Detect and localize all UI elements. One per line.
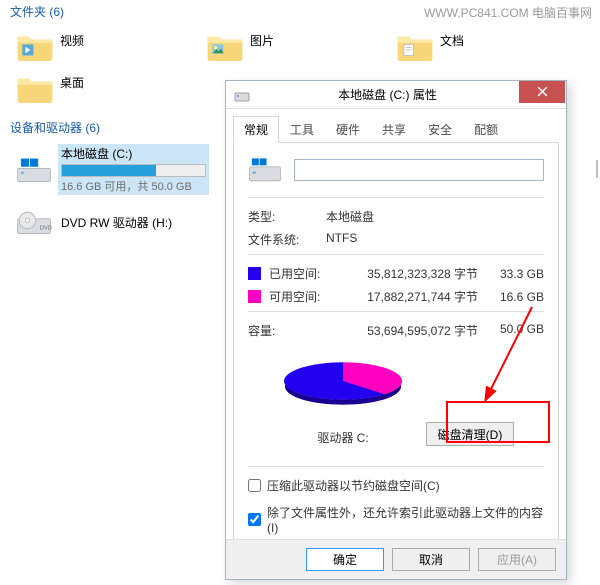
folder-label: 视频: [60, 30, 84, 49]
drive-name: 本地磁盘 (C:): [61, 145, 206, 162]
close-button[interactable]: [519, 81, 565, 103]
index-label: 除了文件属性外，还允许索引此驱动器上文件的内容(I): [267, 504, 544, 535]
folders-row-1: 视频 图片 文档: [0, 26, 600, 66]
compress-label: 压缩此驱动器以节约磁盘空间(C): [267, 477, 440, 494]
dvd-drive-name: DVD RW 驱动器 (H:): [61, 214, 172, 231]
dialog-title: 本地磁盘 (C:) 属性: [256, 86, 519, 103]
drive-icon: [16, 155, 52, 185]
used-label: 已用空间:: [269, 265, 337, 282]
ok-button[interactable]: 确定: [306, 548, 384, 571]
drive-large-icon: [248, 155, 282, 185]
used-hr: 33.3 GB: [488, 267, 544, 281]
used-bytes: 35,812,323,328 字节: [337, 265, 488, 282]
folder-label: 图片: [250, 30, 274, 49]
drive-usage-fill: [62, 165, 156, 176]
capacity-label: 容量:: [248, 322, 336, 339]
separator: [248, 197, 544, 198]
separator: [248, 466, 544, 467]
capacity-bytes: 53,694,595,072 字节: [336, 322, 488, 339]
usage-pie-chart: [284, 362, 402, 399]
close-icon: [537, 86, 548, 97]
tab-hardware[interactable]: 硬件: [325, 116, 371, 143]
filesystem-label: 文件系统:: [248, 231, 326, 248]
general-tabpanel: 类型: 本地磁盘 文件系统: NTFS 已用空间: 35,812,323,328…: [233, 143, 559, 551]
index-checkbox-row[interactable]: 除了文件属性外，还允许索引此驱动器上文件的内容(I): [248, 504, 544, 535]
tab-security[interactable]: 安全: [417, 116, 463, 143]
free-color-swatch: [248, 290, 261, 303]
folder-pictures[interactable]: 图片: [206, 26, 396, 66]
volume-name-input[interactable]: [294, 159, 544, 181]
type-label: 类型:: [248, 208, 326, 225]
dialog-titlebar[interactable]: 本地磁盘 (C:) 属性: [226, 81, 566, 109]
svg-text:DVD: DVD: [40, 225, 52, 231]
drive-subtext: 16.6 GB 可用，共 50.0 GB: [61, 178, 206, 194]
used-color-swatch: [248, 267, 261, 280]
filesystem-value: NTFS: [326, 231, 357, 248]
tabs: 常规 工具 硬件 共享 安全 配额: [233, 115, 559, 143]
folder-desktop[interactable]: 桌面: [16, 68, 206, 108]
free-bytes: 17,882,271,744 字节: [337, 288, 488, 305]
folder-documents[interactable]: 文档: [396, 26, 586, 66]
folder-label: 文档: [440, 30, 464, 49]
dvd-drive-icon: DVD: [16, 207, 52, 237]
documents-folder-icon: [396, 30, 434, 62]
desktop-folder-icon: [16, 72, 54, 104]
pictures-folder-icon: [206, 30, 244, 62]
videos-folder-icon: [16, 30, 54, 62]
properties-dialog: 本地磁盘 (C:) 属性 常规 工具 硬件 共享 安全 配额 类型: 本地磁盘 …: [225, 80, 567, 580]
tab-general[interactable]: 常规: [233, 116, 279, 143]
drive-small-icon: [234, 87, 250, 103]
index-checkbox[interactable]: [248, 513, 261, 526]
compress-checkbox[interactable]: [248, 479, 261, 492]
drive-usage-bar: [61, 164, 206, 177]
tab-quota[interactable]: 配额: [463, 116, 509, 143]
apply-button[interactable]: 应用(A): [478, 548, 556, 571]
free-hr: 16.6 GB: [488, 290, 544, 304]
folder-videos[interactable]: 视频: [16, 26, 206, 66]
compress-checkbox-row[interactable]: 压缩此驱动器以节约磁盘空间(C): [248, 477, 544, 494]
separator: [248, 311, 544, 312]
cancel-button[interactable]: 取消: [392, 548, 470, 571]
capacity-hr: 50.0 GB: [488, 322, 544, 339]
disk-cleanup-button[interactable]: 磁盘清理(D): [426, 422, 514, 446]
free-label: 可用空间:: [269, 288, 337, 305]
type-value: 本地磁盘: [326, 208, 374, 225]
separator: [248, 254, 544, 255]
watermark-text: WWW.PC841.COM 电脑百事网: [424, 4, 592, 21]
dialog-buttons: 确定 取消 应用(A): [226, 539, 566, 579]
side-separator: [596, 160, 598, 178]
tab-tools[interactable]: 工具: [279, 116, 325, 143]
pie-drive-label: 驱动器 C:: [278, 429, 408, 446]
folder-label: 桌面: [60, 72, 84, 91]
tab-sharing[interactable]: 共享: [371, 116, 417, 143]
